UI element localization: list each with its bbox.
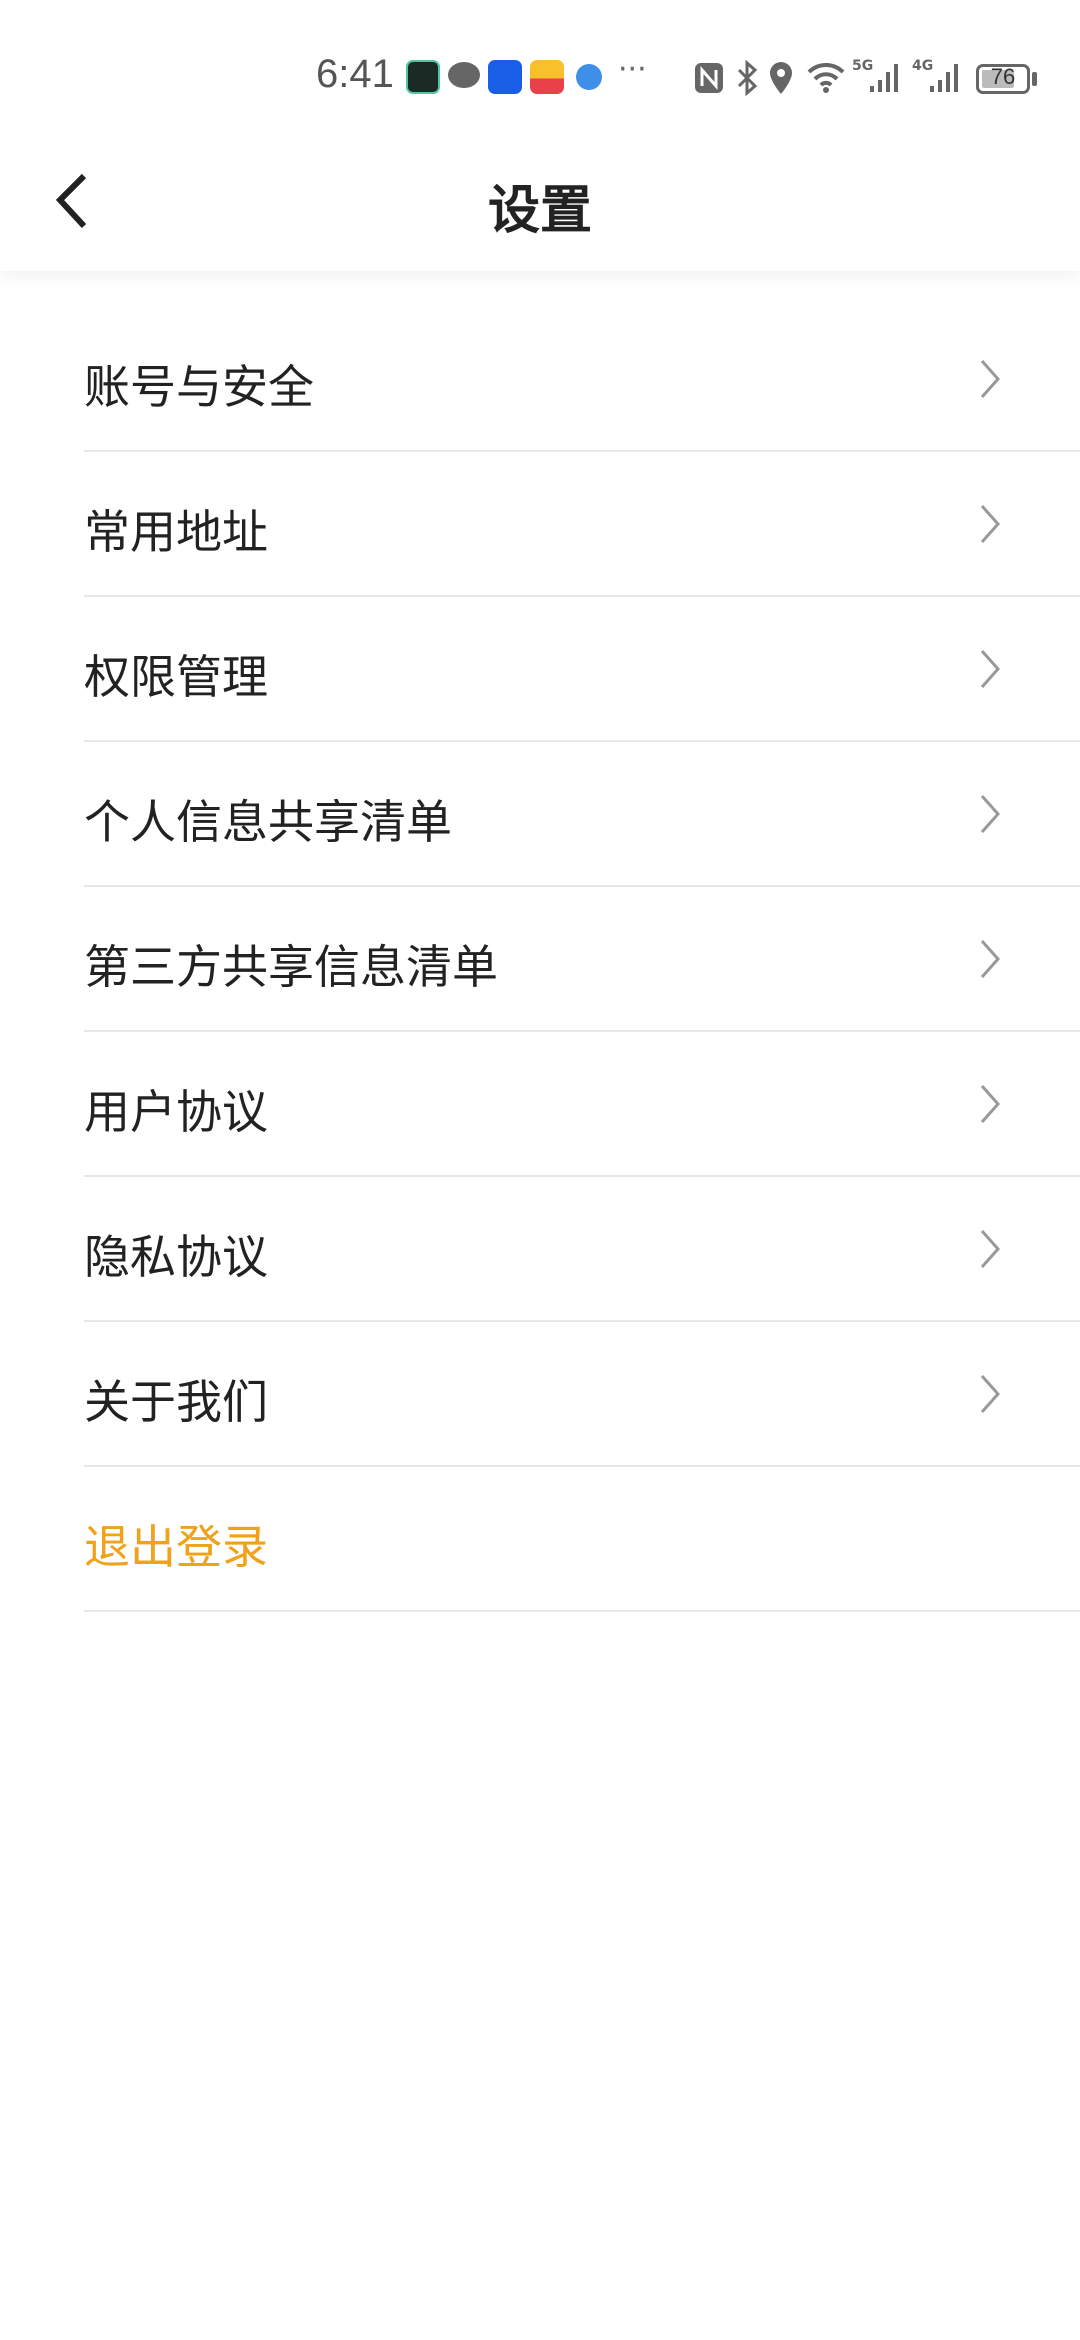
chevron-right-icon <box>978 937 1002 981</box>
battery-tip <box>1032 72 1037 86</box>
location-icon <box>770 62 792 94</box>
settings-item-label: 用户协议 <box>84 1085 268 1139</box>
settings-item-7[interactable]: 关于我们 <box>84 1322 1080 1467</box>
settings-item-label: 权限管理 <box>84 650 268 704</box>
chevron-right-icon <box>978 357 1002 401</box>
wifi-icon <box>807 62 845 93</box>
lightbulb-app-icon <box>488 60 522 94</box>
chevron-right-icon <box>978 502 1002 546</box>
bluetooth-icon <box>737 60 758 96</box>
battery-level: 76 <box>990 64 1016 89</box>
logout-label: 退出登录 <box>84 1520 268 1574</box>
logout-button[interactable]: 退出登录 <box>84 1467 1080 1612</box>
settings-item-0[interactable]: 账号与安全 <box>84 307 1080 452</box>
settings-item-label: 关于我们 <box>84 1375 268 1429</box>
5g-signal-icon <box>870 64 898 92</box>
settings-item-4[interactable]: 第三方共享信息清单 <box>84 887 1080 1032</box>
red-app-icon <box>530 60 564 94</box>
chevron-right-icon <box>978 792 1002 836</box>
settings-item-5[interactable]: 用户协议 <box>84 1032 1080 1177</box>
settings-list: 账号与安全常用地址权限管理个人信息共享清单 第三方共享信息清单 用户协议隐私协议关于… <box>0 307 1080 1612</box>
settings-item-6[interactable]: 隐私协议 <box>84 1177 1080 1322</box>
settings-item-3[interactable]: 个人信息共享清单 <box>84 742 1080 887</box>
more-dots-icon: ··· <box>618 52 647 87</box>
settings-item-1[interactable]: 常用地址 <box>84 452 1080 597</box>
chevron-right-icon <box>978 1082 1002 1126</box>
top-app-bar: 设置 <box>0 130 1080 271</box>
soul-app-icon <box>406 60 440 94</box>
settings-item-2[interactable]: 权限管理 <box>84 597 1080 742</box>
status-bar: 6:41 ··· 5G 4G 76 <box>0 0 1080 130</box>
battery-icon: 76 <box>976 64 1030 94</box>
settings-item-label: 第三方共享信息清单 <box>84 940 498 994</box>
chevron-right-icon <box>978 1372 1002 1416</box>
message-bubble-icon <box>448 62 480 88</box>
nfc-icon <box>695 63 723 93</box>
settings-item-label: 隐私协议 <box>84 1230 268 1284</box>
4g-signal-icon <box>930 64 958 92</box>
page-title: 设置 <box>487 181 592 241</box>
chevron-right-icon <box>978 1227 1002 1271</box>
settings-item-label: 账号与安全 <box>84 360 314 414</box>
settings-item-label: 个人信息共享清单 <box>84 795 452 849</box>
chevron-right-icon <box>978 647 1002 691</box>
status-time: 6:41 <box>316 52 394 96</box>
browser-globe-icon <box>576 64 602 90</box>
settings-item-label: 常用地址 <box>84 505 268 559</box>
